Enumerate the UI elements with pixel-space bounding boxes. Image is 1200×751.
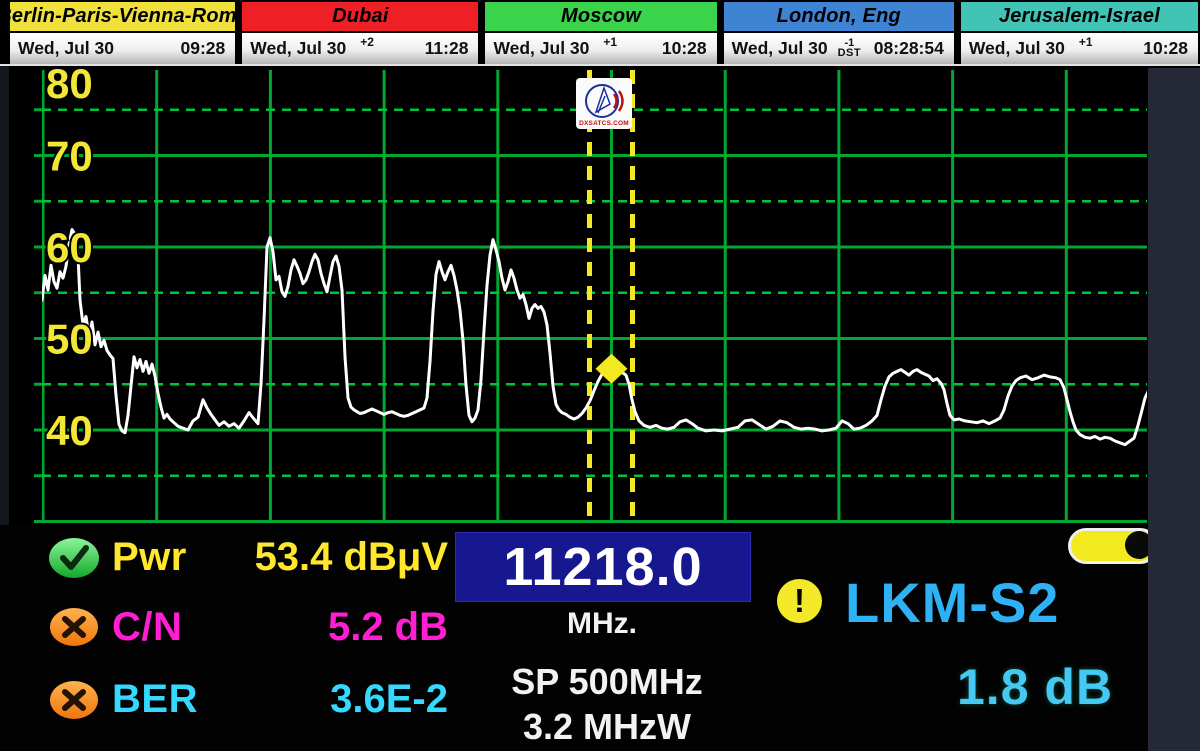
satellite-dish-icon	[578, 82, 630, 120]
clock-time: 11:28	[425, 38, 469, 59]
link-margin-value: 1.8 dB	[957, 658, 1113, 716]
utc-offset: +1	[1079, 35, 1093, 49]
check-icon	[48, 537, 100, 579]
status-panel: Pwr 53.4 dBμV C/N 5.2 dB BER 3.6E-2 1121…	[0, 525, 1200, 751]
y-axis-label: 50	[46, 316, 93, 363]
y-axis-label: 80	[46, 60, 93, 107]
logo-text: DXSATCS.COM	[579, 120, 629, 127]
clock-city-label: London, Eng	[722, 0, 956, 33]
cross-icon	[48, 679, 100, 721]
ber-value: 3.6E-2	[220, 677, 448, 722]
clock-city-label: Jerusalem-Israel	[959, 0, 1200, 33]
utc-offset: +2	[360, 35, 374, 49]
cn-label: C/N	[112, 605, 182, 650]
clock-time-row: Wed, Jul 30 09:28	[8, 33, 237, 64]
clock-date: Wed, Jul 30	[732, 38, 828, 59]
clock-city-label: Berlin-Paris-Vienna-Roma	[8, 0, 237, 33]
span-setting: SP 500MHz	[430, 661, 784, 703]
right-bezel-strip	[1148, 68, 1200, 751]
bandwidth-setting: 3.2 MHzW	[430, 706, 784, 748]
clock-date: Wed, Jul 30	[493, 38, 589, 59]
clock-date: Wed, Jul 30	[250, 38, 346, 59]
clock-time: 10:28	[1143, 38, 1188, 59]
demod-standard: LKM-S2	[845, 570, 1059, 635]
y-axis-label: 40	[46, 407, 93, 454]
clock-london: London, Eng Wed, Jul 30 -1 DST 08:28:54	[722, 0, 959, 64]
pwr-label: Pwr	[112, 535, 187, 580]
dxsatcs-logo: DXSATCS.COM	[576, 78, 632, 129]
clock-time: 08:28:54	[874, 38, 944, 59]
clock-time: 10:28	[662, 38, 707, 59]
cross-icon	[48, 606, 100, 648]
y-axis-label: 70	[46, 133, 93, 180]
warning-icon: !	[777, 579, 822, 623]
clock-time-row: Wed, Jul 30 +1 10:28	[483, 33, 718, 64]
dst-label: DST	[838, 49, 862, 58]
clock-time-row: Wed, Jul 30 -1 DST 08:28:54	[722, 33, 956, 64]
world-clock-bar: Berlin-Paris-Vienna-Roma Wed, Jul 30 09:…	[0, 0, 1200, 66]
frequency-unit: MHz.	[455, 607, 749, 641]
frequency-display[interactable]: 11218.0	[455, 532, 751, 602]
ber-label: BER	[112, 677, 198, 722]
clock-jerusalem: Jerusalem-Israel Wed, Jul 30 +1 10:28	[959, 0, 1200, 64]
clock-time-row: Wed, Jul 30 +1 10:28	[959, 33, 1200, 64]
frequency-value: 11218.0	[503, 536, 702, 598]
clock-berlin: Berlin-Paris-Vienna-Roma Wed, Jul 30 09:…	[8, 0, 240, 64]
satellite-meter-screen: Berlin-Paris-Vienna-Roma Wed, Jul 30 09:…	[0, 0, 1200, 751]
dst-indicator: -1 DST	[838, 39, 862, 58]
clock-time: 09:28	[181, 38, 226, 59]
pwr-value: 53.4 dBμV	[220, 535, 448, 580]
clock-city-label: Dubai	[240, 0, 480, 33]
plot-area[interactable]	[42, 64, 1148, 522]
clock-moscow: Moscow Wed, Jul 30 +1 10:28	[483, 0, 721, 64]
clock-dubai: Dubai Wed, Jul 30 +2 11:28	[240, 0, 483, 64]
clock-city-label: Moscow	[483, 0, 718, 33]
y-axis-label: 60	[46, 224, 93, 271]
clock-date: Wed, Jul 30	[969, 38, 1065, 59]
clock-date: Wed, Jul 30	[18, 38, 114, 59]
clock-time-row: Wed, Jul 30 +2 11:28	[240, 33, 480, 64]
toggle-switch[interactable]	[1068, 528, 1158, 564]
utc-offset: +1	[603, 35, 617, 49]
cn-value: 5.2 dB	[220, 605, 448, 650]
